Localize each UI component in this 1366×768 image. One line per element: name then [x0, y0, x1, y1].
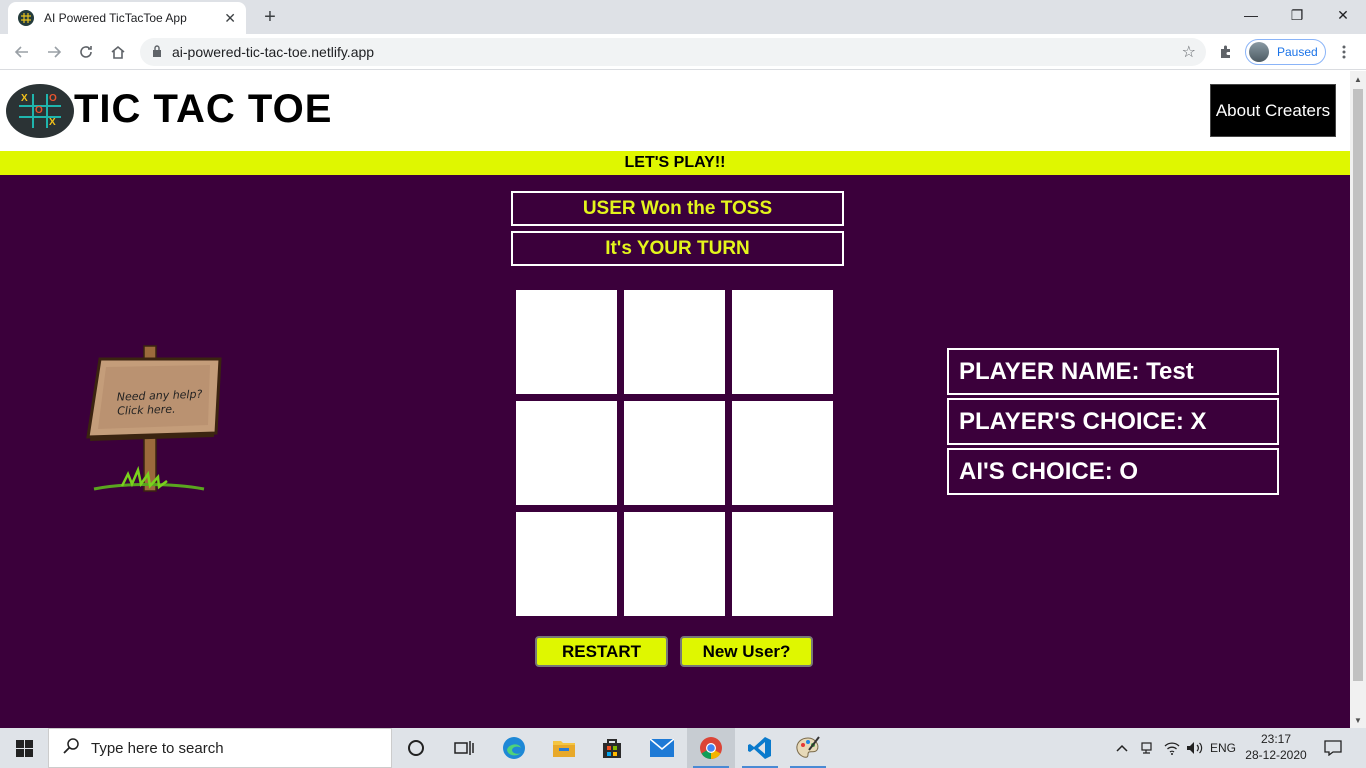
vscode-icon[interactable] — [736, 728, 784, 768]
windows-taskbar: ENG 23:17 28-12-2020 — [0, 728, 1366, 768]
minimize-button[interactable]: — — [1228, 0, 1274, 30]
board-cell[interactable] — [624, 512, 725, 616]
meet-now-icon[interactable] — [1137, 728, 1157, 768]
scroll-down-icon[interactable]: ▼ — [1350, 712, 1366, 728]
site-header: X O X O TIC TAC TOE About Creaters — [0, 71, 1350, 151]
task-view-icon[interactable] — [440, 728, 488, 768]
board-cell[interactable] — [516, 290, 617, 394]
browser-tab[interactable]: AI Powered TicTacToe App ✕ — [8, 2, 246, 34]
url-text: ai-powered-tic-tac-toe.netlify.app — [172, 44, 375, 60]
logo-letter: O — [49, 93, 57, 104]
site-favicon-icon — [18, 10, 34, 26]
new-user-button[interactable]: New User? — [680, 636, 813, 667]
app-logo: X O X O — [6, 84, 74, 138]
logo-letter: X — [21, 93, 28, 104]
logo-letter: X — [49, 117, 56, 128]
player-choice-box: PLAYER'S CHOICE: X — [947, 398, 1279, 445]
page-scrollbar[interactable]: ▲ ▼ — [1350, 71, 1366, 728]
taskbar-search[interactable] — [48, 728, 392, 768]
paint-icon[interactable] — [784, 728, 832, 768]
ai-choice-box: AI'S CHOICE: O — [947, 448, 1279, 495]
show-hidden-icons-chevron-icon[interactable] — [1112, 728, 1132, 768]
player-name-box: PLAYER NAME: Test — [947, 348, 1279, 395]
board-cell[interactable] — [624, 401, 725, 505]
board-cell[interactable] — [732, 512, 833, 616]
bookmark-star-icon[interactable]: ☆ — [1182, 42, 1196, 62]
address-bar[interactable]: ai-powered-tic-tac-toe.netlify.app ☆ — [140, 38, 1206, 66]
new-tab-button[interactable]: + — [258, 6, 282, 28]
logo-letter: O — [35, 105, 43, 116]
turn-status: It's YOUR TURN — [511, 231, 844, 266]
toss-status: USER Won the TOSS — [511, 191, 844, 226]
mail-icon[interactable] — [638, 728, 686, 768]
file-explorer-icon[interactable] — [540, 728, 588, 768]
board-cell[interactable] — [732, 290, 833, 394]
tab-close-icon[interactable]: ✕ — [224, 10, 236, 27]
taskbar-clock[interactable]: 23:17 28-12-2020 — [1240, 731, 1312, 763]
clock-time: 23:17 — [1260, 732, 1292, 746]
tab-title: AI Powered TicTacToe App — [44, 11, 187, 25]
restart-button[interactable]: RESTART — [535, 636, 668, 667]
back-icon[interactable] — [10, 40, 34, 64]
forward-icon[interactable] — [42, 40, 66, 64]
help-sign-text: Need any help? Click here. — [117, 387, 213, 418]
language-indicator[interactable]: ENG — [1208, 728, 1238, 768]
wooden-sign-icon — [86, 345, 222, 492]
close-window-button[interactable]: ✕ — [1320, 0, 1366, 30]
board-cell[interactable] — [732, 401, 833, 505]
scroll-thumb[interactable] — [1353, 89, 1363, 681]
volume-icon[interactable] — [1184, 728, 1206, 768]
board-cell[interactable] — [516, 512, 617, 616]
edge-icon[interactable] — [490, 728, 538, 768]
store-icon[interactable] — [588, 728, 636, 768]
extensions-puzzle-icon[interactable] — [1216, 42, 1236, 62]
profile-status: Paused — [1277, 45, 1318, 59]
lock-icon — [152, 44, 162, 60]
cortana-icon[interactable] — [392, 728, 440, 768]
browser-toolbar: ai-powered-tic-tac-toe.netlify.app ☆ Pau… — [0, 34, 1366, 70]
chrome-icon[interactable] — [687, 728, 735, 768]
search-icon — [63, 737, 79, 759]
browser-tabstrip: AI Powered TicTacToe App ✕ + — ❐ ✕ — [0, 0, 1366, 34]
search-input[interactable] — [91, 739, 351, 757]
scroll-up-icon[interactable]: ▲ — [1350, 71, 1366, 87]
board-cell[interactable] — [516, 401, 617, 505]
reload-icon[interactable] — [74, 40, 98, 64]
maximize-button[interactable]: ❐ — [1274, 0, 1320, 30]
network-icon[interactable] — [1162, 728, 1182, 768]
page-title: TIC TAC TOE — [74, 87, 333, 131]
logo-grid-icon: X O X O — [19, 94, 61, 128]
profile-button[interactable]: Paused — [1245, 39, 1326, 65]
board-cell[interactable] — [624, 290, 725, 394]
browser-menu-icon[interactable] — [1336, 42, 1352, 62]
lets-play-banner: LET'S PLAY!! — [0, 151, 1350, 175]
page-viewport: X O X O TIC TAC TOE About Creaters LET'S… — [0, 71, 1350, 728]
avatar — [1249, 42, 1269, 62]
home-icon[interactable] — [106, 40, 130, 64]
clock-date: 28-12-2020 — [1245, 748, 1307, 762]
notifications-icon[interactable] — [1320, 728, 1346, 768]
about-creators-button[interactable]: About Creaters — [1210, 84, 1336, 137]
windows-start-icon[interactable] — [0, 728, 48, 768]
